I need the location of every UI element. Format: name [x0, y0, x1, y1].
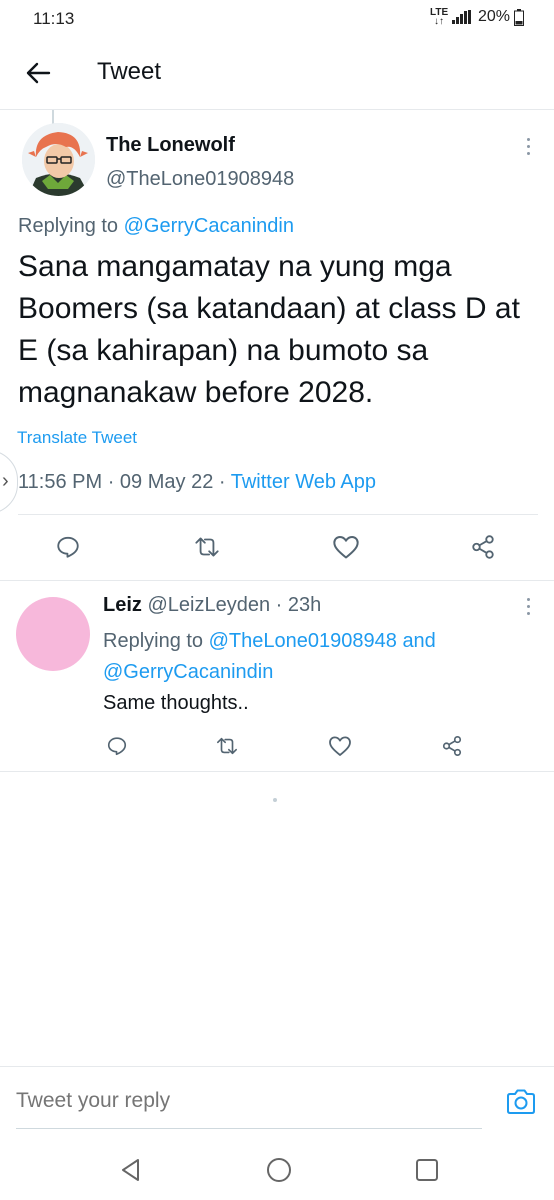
nav-home-circle-icon — [267, 1158, 291, 1182]
share-icon — [442, 736, 462, 756]
comment-icon — [107, 737, 127, 756]
reply-author-handle[interactable]: @LeizLeyden — [147, 594, 270, 616]
reply-header: Leiz @LeizLeyden · 23h — [103, 594, 322, 616]
back-button[interactable] — [20, 58, 56, 88]
battery-icon — [514, 8, 524, 26]
tweet-metadata: 11:56 PM · 09 May 22 · Twitter Web App — [18, 471, 377, 493]
status-bar: 11:13 LTE ↓↑ 20% — [0, 0, 554, 38]
loading-indicator — [273, 798, 277, 802]
reply-input[interactable] — [16, 1089, 456, 1113]
reply-button[interactable] — [51, 530, 85, 564]
app-header: Tweet — [0, 38, 554, 110]
nav-back-button[interactable] — [114, 1153, 148, 1187]
tweet-text: Sana mangamatay na yung mga Boomers (sa … — [18, 250, 520, 409]
author-name[interactable]: The Lonewolf — [106, 134, 235, 157]
author-handle[interactable]: @TheLone01908948 — [106, 168, 294, 191]
replying-to: Replying to @GerryCacanindin — [18, 215, 294, 237]
lte-icon: LTE ↓↑ — [429, 7, 449, 27]
reply-share-button[interactable] — [435, 729, 469, 763]
more-vertical-icon — [518, 596, 538, 615]
composer-underline — [16, 1128, 482, 1129]
tweet-actions — [0, 528, 554, 568]
translate-tweet-link[interactable]: Translate Tweet — [17, 428, 137, 448]
replying-to-link[interactable]: @GerryCacanindin — [124, 215, 294, 237]
system-nav-bar — [0, 1140, 554, 1200]
reply-age: 23h — [287, 594, 322, 616]
reply-like-button[interactable] — [323, 729, 357, 763]
retweet-button[interactable] — [190, 530, 224, 564]
divider — [18, 514, 538, 515]
avatar-image — [22, 123, 95, 196]
more-options-button[interactable] — [518, 136, 538, 162]
reply-author-name[interactable]: Leiz — [103, 594, 142, 616]
camera-button[interactable] — [505, 1087, 537, 1117]
like-button[interactable] — [329, 530, 363, 564]
reply-avatar[interactable] — [16, 597, 90, 671]
nav-home-button[interactable] — [262, 1153, 296, 1187]
status-time: 11:13 — [33, 9, 75, 28]
more-vertical-icon — [518, 136, 538, 155]
share-icon — [472, 535, 494, 559]
tweet-date: 09 May 22 — [119, 471, 214, 493]
status-indicators: LTE ↓↑ 20% — [429, 7, 524, 27]
reply-composer — [0, 1066, 554, 1130]
nav-recents-square-icon — [416, 1159, 438, 1181]
replying-to-link[interactable]: @GerryCacanindin — [103, 661, 273, 683]
comment-icon — [57, 536, 79, 558]
reply-retweet-button[interactable] — [210, 729, 244, 763]
arrow-left-icon — [26, 62, 51, 84]
camera-icon — [507, 1089, 535, 1114]
signal-icon — [451, 10, 471, 24]
heart-icon — [329, 736, 351, 756]
battery-percent: 20% — [477, 8, 510, 25]
share-button[interactable] — [466, 530, 500, 564]
avatar[interactable] — [22, 123, 95, 196]
reply-more-options-button[interactable] — [518, 596, 538, 622]
reply-reply-button[interactable] — [100, 729, 134, 763]
nav-recents-button[interactable] — [410, 1153, 444, 1187]
page-title: Tweet — [97, 58, 162, 85]
replying-to-link[interactable]: @TheLone01908948 — [209, 630, 397, 652]
heart-icon — [333, 535, 359, 559]
chevron-right-icon: › — [2, 470, 9, 492]
reply-text: Same thoughts.. — [103, 692, 249, 714]
reply-actions — [0, 730, 554, 762]
divider — [0, 580, 554, 581]
nav-back-triangle-icon — [122, 1159, 139, 1181]
tweet-time: 11:56 PM — [18, 471, 103, 493]
divider — [0, 771, 554, 772]
retweet-icon — [195, 537, 219, 557]
retweet-icon — [217, 737, 237, 755]
tweet-source-link[interactable]: Twitter Web App — [231, 471, 376, 493]
reply-replying-to: Replying to @TheLone01908948 and @GerryC… — [103, 630, 436, 683]
thread-line — [52, 110, 54, 124]
